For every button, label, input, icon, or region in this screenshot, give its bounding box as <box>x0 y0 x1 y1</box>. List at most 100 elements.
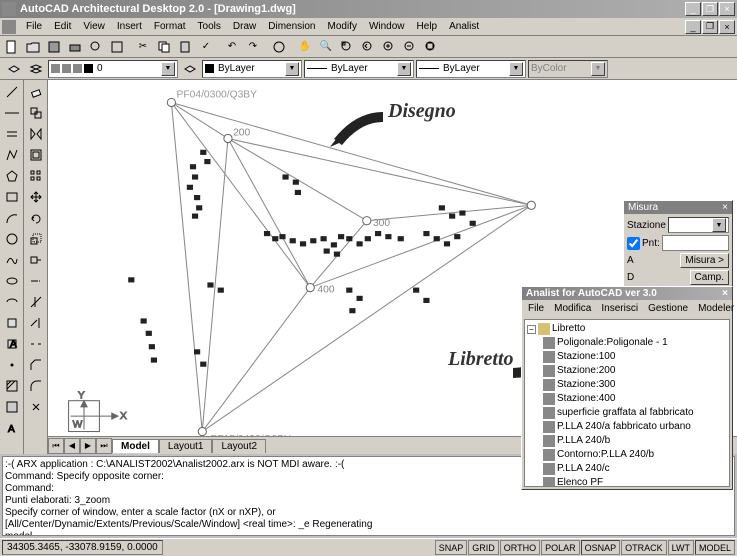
pan-button[interactable]: ✋ <box>295 37 315 57</box>
trim-tool[interactable] <box>26 292 46 312</box>
browser-button[interactable] <box>269 37 289 57</box>
zoom-window-button[interactable] <box>337 37 357 57</box>
misura-close-button[interactable]: × <box>722 202 728 213</box>
print-button[interactable] <box>65 37 85 57</box>
tree-item[interactable]: Stazione:300 <box>527 378 727 392</box>
region-tool[interactable] <box>2 397 22 417</box>
layer-prev-button[interactable] <box>180 59 200 79</box>
mirror-tool[interactable] <box>26 124 46 144</box>
zoom-out-button[interactable] <box>400 37 420 57</box>
analist-menu-modifica[interactable]: Modifica <box>550 302 595 315</box>
tab-prev-button[interactable]: ◀ <box>64 438 80 454</box>
menu-insert[interactable]: Insert <box>111 19 148 34</box>
menu-help[interactable]: Help <box>411 19 444 34</box>
tree-item[interactable]: P.LLA 240/c <box>527 462 727 476</box>
zoom-previous-button[interactable] <box>358 37 378 57</box>
tab-layout1[interactable]: Layout1 <box>159 439 213 453</box>
offset-tool[interactable] <box>26 145 46 165</box>
color-combo[interactable]: ByLayer ▼ <box>202 60 302 78</box>
make-block-tool[interactable]: A <box>2 334 22 354</box>
ellipse-tool[interactable] <box>2 271 22 291</box>
ellipse-arc-tool[interactable] <box>2 292 22 312</box>
copy-button[interactable] <box>154 37 174 57</box>
rectangle-tool[interactable] <box>2 187 22 207</box>
lengthen-tool[interactable] <box>26 271 46 291</box>
pnt-input[interactable] <box>662 235 729 251</box>
text-tool[interactable]: A <box>2 418 22 438</box>
misura-title-bar[interactable]: Misura × <box>624 201 732 214</box>
menu-file[interactable]: File <box>20 19 48 34</box>
menu-view[interactable]: View <box>77 19 111 34</box>
stretch-tool[interactable] <box>26 250 46 270</box>
osnap-toggle[interactable]: OSNAP <box>581 540 621 555</box>
tree-item[interactable]: Elenco PF <box>527 476 727 487</box>
tree-item[interactable]: Stazione:200 <box>527 364 727 378</box>
doc-restore-button[interactable]: ❐ <box>702 20 718 34</box>
rotate-tool[interactable] <box>26 208 46 228</box>
move-tool[interactable] <box>26 187 46 207</box>
polar-toggle[interactable]: POLAR <box>541 540 580 555</box>
tab-model[interactable]: Model <box>112 439 159 453</box>
scale-tool[interactable] <box>26 229 46 249</box>
tree-item[interactable]: Stazione:400 <box>527 392 727 406</box>
preview-button[interactable] <box>86 37 106 57</box>
save-button[interactable] <box>44 37 64 57</box>
close-button[interactable]: × <box>719 2 735 16</box>
linetype-combo[interactable]: ByLayer ▼ <box>304 60 414 78</box>
arc-tool[interactable] <box>2 208 22 228</box>
circle-tool[interactable] <box>2 229 22 249</box>
analist-menu-inserisci[interactable]: Inserisci <box>597 302 642 315</box>
grid-toggle[interactable]: GRID <box>468 540 499 555</box>
tree-item[interactable]: Poligonale:Poligonale - 1 <box>527 336 727 350</box>
misura-panel[interactable]: Misura × Stazione ▼ Pnt: A Misura > D Ca… <box>623 200 733 291</box>
erase-tool[interactable] <box>26 82 46 102</box>
fillet-tool[interactable] <box>26 376 46 396</box>
xline-tool[interactable] <box>2 103 22 123</box>
tree-root[interactable]: − Libretto <box>527 322 727 336</box>
analist-menu-file[interactable]: File <box>524 302 548 315</box>
snap-toggle[interactable]: SNAP <box>435 540 468 555</box>
analist-menu-modeler[interactable]: Modeler <box>694 302 737 315</box>
plotstyle-combo[interactable]: ByColor ▼ <box>528 60 608 78</box>
minimize-button[interactable]: _ <box>685 2 701 16</box>
analist-menu-gestione[interactable]: Gestione <box>644 302 692 315</box>
zoom-in-button[interactable] <box>379 37 399 57</box>
menu-draw[interactable]: Draw <box>227 19 262 34</box>
tree-item[interactable]: P.LLA 240/b <box>527 434 727 448</box>
pnt-checkbox[interactable] <box>627 237 640 250</box>
tab-last-button[interactable]: ⏭ <box>96 438 112 454</box>
ortho-toggle[interactable]: ORTHO <box>500 540 540 555</box>
restore-button[interactable]: ❐ <box>702 2 718 16</box>
menu-dimension[interactable]: Dimension <box>262 19 321 34</box>
menu-edit[interactable]: Edit <box>48 19 77 34</box>
line-tool[interactable] <box>2 82 22 102</box>
mline-tool[interactable] <box>2 124 22 144</box>
chamfer-tool[interactable] <box>26 355 46 375</box>
tree-item[interactable]: Stazione:100 <box>527 350 727 364</box>
lwt-toggle[interactable]: LWT <box>668 540 694 555</box>
camp-button[interactable]: Camp. <box>690 270 729 285</box>
tree-collapse-icon[interactable]: − <box>527 325 536 334</box>
analist-panel[interactable]: Analist for AutoCAD ver 3.0 × File Modif… <box>521 286 733 490</box>
layer-combo[interactable]: 0 ▼ <box>48 60 178 78</box>
open-button[interactable] <box>23 37 43 57</box>
point-tool[interactable] <box>2 355 22 375</box>
layer-props-button[interactable] <box>4 59 24 79</box>
menu-tools[interactable]: Tools <box>192 19 227 34</box>
layers-button[interactable] <box>26 59 46 79</box>
menu-format[interactable]: Format <box>148 19 192 34</box>
menu-modify[interactable]: Modify <box>322 19 363 34</box>
paste-button[interactable] <box>175 37 195 57</box>
model-toggle[interactable]: MODEL <box>695 540 735 555</box>
zoom-extents-button[interactable] <box>421 37 441 57</box>
copy-tool[interactable] <box>26 103 46 123</box>
lineweight-combo[interactable]: ByLayer ▼ <box>416 60 526 78</box>
pline-tool[interactable] <box>2 145 22 165</box>
polygon-tool[interactable] <box>2 166 22 186</box>
stazione-combo[interactable]: ▼ <box>668 217 729 233</box>
analist-close-button[interactable]: × <box>722 288 728 299</box>
redo-button[interactable]: ↷ <box>243 37 263 57</box>
explode-tool[interactable] <box>26 397 46 417</box>
doc-close-button[interactable]: × <box>719 20 735 34</box>
new-button[interactable] <box>2 37 22 57</box>
